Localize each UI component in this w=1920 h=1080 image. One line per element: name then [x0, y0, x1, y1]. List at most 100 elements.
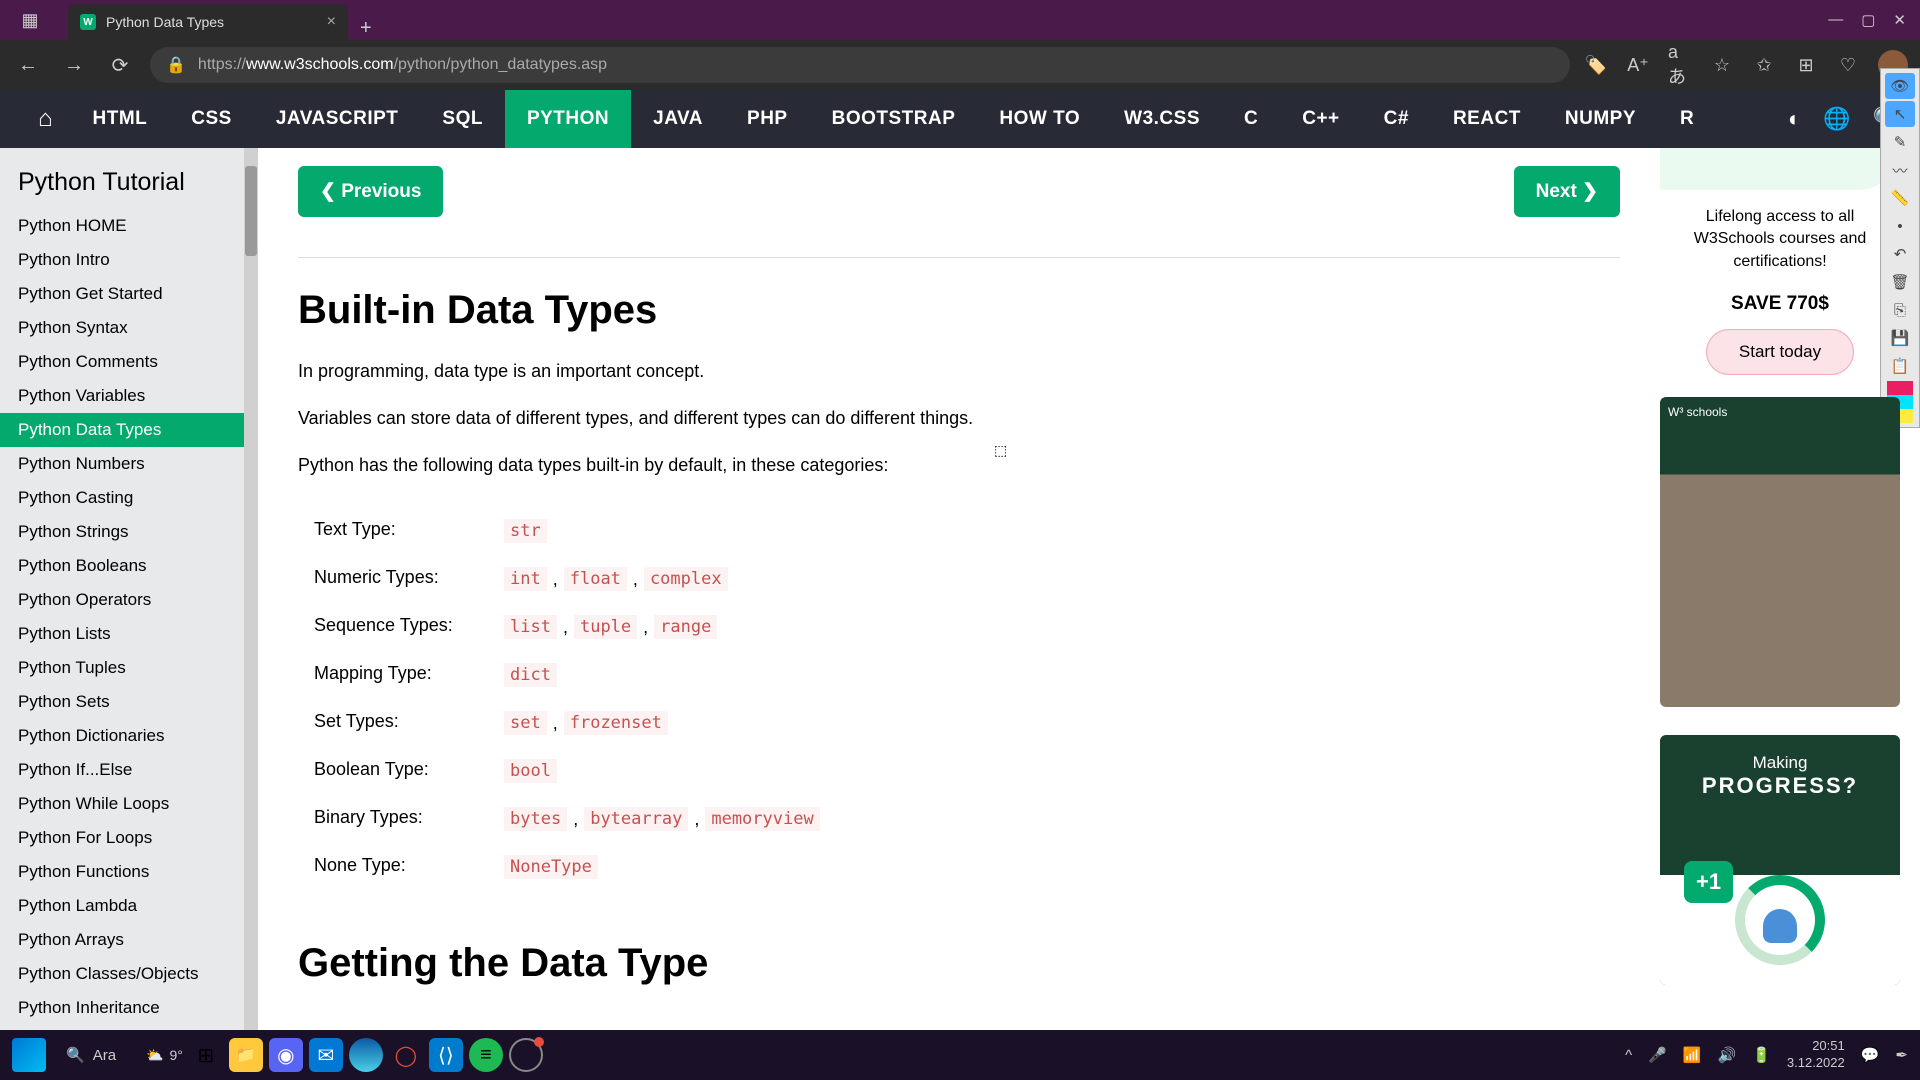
topnav-item-how to[interactable]: HOW TO	[977, 90, 1102, 148]
highlight-tool-icon[interactable]: 〰	[1885, 157, 1915, 183]
topnav-item-java[interactable]: JAVA	[631, 90, 725, 148]
sidebar-item[interactable]: Python Get Started	[0, 277, 258, 311]
browser-tab[interactable]: W Python Data Types ×	[68, 4, 348, 40]
sidebar-item[interactable]: Python Operators	[0, 583, 258, 617]
datatype-code[interactable]: frozenset	[564, 711, 668, 735]
datatype-code[interactable]: tuple	[574, 615, 637, 639]
ad-image-2[interactable]: Making PROGRESS? +1	[1660, 735, 1900, 985]
sidebar-item[interactable]: Python Inheritance	[0, 991, 258, 1025]
dot-tool-icon[interactable]: •	[1885, 213, 1915, 239]
datatype-code[interactable]: bool	[504, 759, 557, 783]
close-tab-icon[interactable]: ×	[327, 13, 336, 31]
topnav-item-css[interactable]: CSS	[169, 90, 254, 148]
translate-icon[interactable]: aあ	[1668, 53, 1692, 77]
edge-icon[interactable]	[349, 1038, 383, 1072]
wifi-icon[interactable]: 📶	[1683, 1046, 1702, 1064]
sidebar-item[interactable]: Python Strings	[0, 515, 258, 549]
theme-toggle-icon[interactable]: ◐	[1788, 106, 1801, 132]
back-button[interactable]: ←	[12, 49, 44, 81]
sidebar-item[interactable]: Python Lists	[0, 617, 258, 651]
battery-icon[interactable]: 🔋	[1752, 1046, 1771, 1064]
topnav-item-r[interactable]: R	[1658, 90, 1716, 148]
next-button[interactable]: Next ❯	[1514, 166, 1620, 217]
pen-tool-icon[interactable]: ✎	[1885, 129, 1915, 155]
ruler-tool-icon[interactable]: 📏	[1885, 185, 1915, 211]
pen-tray-icon[interactable]: ✒	[1895, 1046, 1908, 1064]
datatype-code[interactable]: NoneType	[504, 855, 598, 879]
vscode-icon[interactable]: ⟨⟩	[429, 1038, 463, 1072]
chevron-up-icon[interactable]: ^	[1625, 1047, 1632, 1064]
spotify-icon[interactable]: ≡	[469, 1038, 503, 1072]
sidebar-item[interactable]: Python Comments	[0, 345, 258, 379]
sidebar-item[interactable]: Python Variables	[0, 379, 258, 413]
datatype-code[interactable]: float	[564, 567, 627, 591]
sidebar-item[interactable]: Python HOME	[0, 209, 258, 243]
topnav-item-w3.css[interactable]: W3.CSS	[1102, 90, 1222, 148]
ad-image-1[interactable]: W³ schools	[1660, 397, 1900, 707]
sidebar-scrollbar[interactable]	[244, 148, 258, 1030]
sidebar-item[interactable]: Python Numbers	[0, 447, 258, 481]
reload-button[interactable]: ⟳	[104, 49, 136, 81]
volume-icon[interactable]: 🔊	[1718, 1046, 1737, 1064]
discord-icon[interactable]: ◉	[269, 1038, 303, 1072]
notifications-icon[interactable]: 💬	[1861, 1046, 1880, 1064]
previous-button[interactable]: ❮ Previous	[298, 166, 443, 217]
cursor-tool-icon[interactable]: ↖	[1885, 101, 1915, 127]
taskview-icon[interactable]: ⊞	[189, 1038, 223, 1072]
topnav-item-react[interactable]: REACT	[1431, 90, 1543, 148]
sidebar-item[interactable]: Python Lambda	[0, 889, 258, 923]
maximize-icon[interactable]: ▢	[1861, 11, 1875, 29]
sidebar-item[interactable]: Python Classes/Objects	[0, 957, 258, 991]
topnav-item-c[interactable]: C	[1222, 90, 1280, 148]
minimize-icon[interactable]: —	[1828, 11, 1843, 29]
start-today-button[interactable]: Start today	[1706, 329, 1854, 375]
sidebar-item[interactable]: Python If...Else	[0, 753, 258, 787]
sidebar-item[interactable]: Python Tuples	[0, 651, 258, 685]
shopping-icon[interactable]: 🏷️	[1584, 53, 1608, 77]
favorites-icon[interactable]: ☆	[1710, 53, 1734, 77]
trash-icon[interactable]: 🗑	[1885, 269, 1915, 295]
color-magenta[interactable]	[1887, 381, 1913, 395]
new-tab-button[interactable]: +	[360, 17, 372, 40]
sidebar-item[interactable]: Python Sets	[0, 685, 258, 719]
sidebar-item[interactable]: Python Intro	[0, 243, 258, 277]
topnav-item-php[interactable]: PHP	[725, 90, 810, 148]
datatype-code[interactable]: range	[654, 615, 717, 639]
sidebar-item[interactable]: Python Arrays	[0, 923, 258, 957]
sidebar-item[interactable]: Python For Loops	[0, 821, 258, 855]
clock[interactable]: 20:51 3.12.2022	[1787, 1038, 1845, 1072]
forward-button[interactable]: →	[58, 49, 90, 81]
read-aloud-icon[interactable]: A⁺	[1626, 53, 1650, 77]
datatype-code[interactable]: list	[504, 615, 557, 639]
datatype-code[interactable]: bytes	[504, 807, 567, 831]
collections-icon[interactable]: ⊞	[1794, 53, 1818, 77]
sidebar-item[interactable]: Python Dictionaries	[0, 719, 258, 753]
datatype-code[interactable]: complex	[644, 567, 728, 591]
save-icon[interactable]: 💾	[1885, 325, 1915, 351]
globe-icon[interactable]: 🌐	[1823, 106, 1850, 132]
close-window-icon[interactable]: ✕	[1893, 11, 1906, 29]
topnav-item-javascript[interactable]: JAVASCRIPT	[254, 90, 421, 148]
datatype-code[interactable]: memoryview	[705, 807, 819, 831]
undo-icon[interactable]: ↶	[1885, 241, 1915, 267]
clipboard-icon[interactable]: 📋	[1885, 353, 1915, 379]
sidebar-item[interactable]: Python While Loops	[0, 787, 258, 821]
record-icon[interactable]: ◯	[389, 1038, 423, 1072]
copy-icon[interactable]: ⎘	[1885, 297, 1915, 323]
scrollbar-thumb[interactable]	[245, 166, 257, 256]
topnav-item-c#[interactable]: C#	[1362, 90, 1431, 148]
obs-icon[interactable]	[509, 1038, 543, 1072]
start-button[interactable]	[12, 1038, 46, 1072]
datatype-code[interactable]: dict	[504, 663, 557, 687]
explorer-icon[interactable]: 📁	[229, 1038, 263, 1072]
weather-widget[interactable]: ⛅ 9°	[146, 1047, 183, 1064]
topnav-item-bootstrap[interactable]: BOOTSTRAP	[810, 90, 978, 148]
sidebar-item[interactable]: Python Casting	[0, 481, 258, 515]
mic-icon[interactable]: 🎤	[1648, 1046, 1667, 1064]
taskbar-search[interactable]: 🔍 Ara	[52, 1046, 130, 1064]
home-icon[interactable]: ⌂	[20, 105, 71, 133]
topnav-item-python[interactable]: PYTHON	[505, 90, 631, 148]
topnav-item-sql[interactable]: SQL	[420, 90, 505, 148]
topnav-item-html[interactable]: HTML	[71, 90, 170, 148]
datatype-code[interactable]: str	[504, 519, 547, 543]
